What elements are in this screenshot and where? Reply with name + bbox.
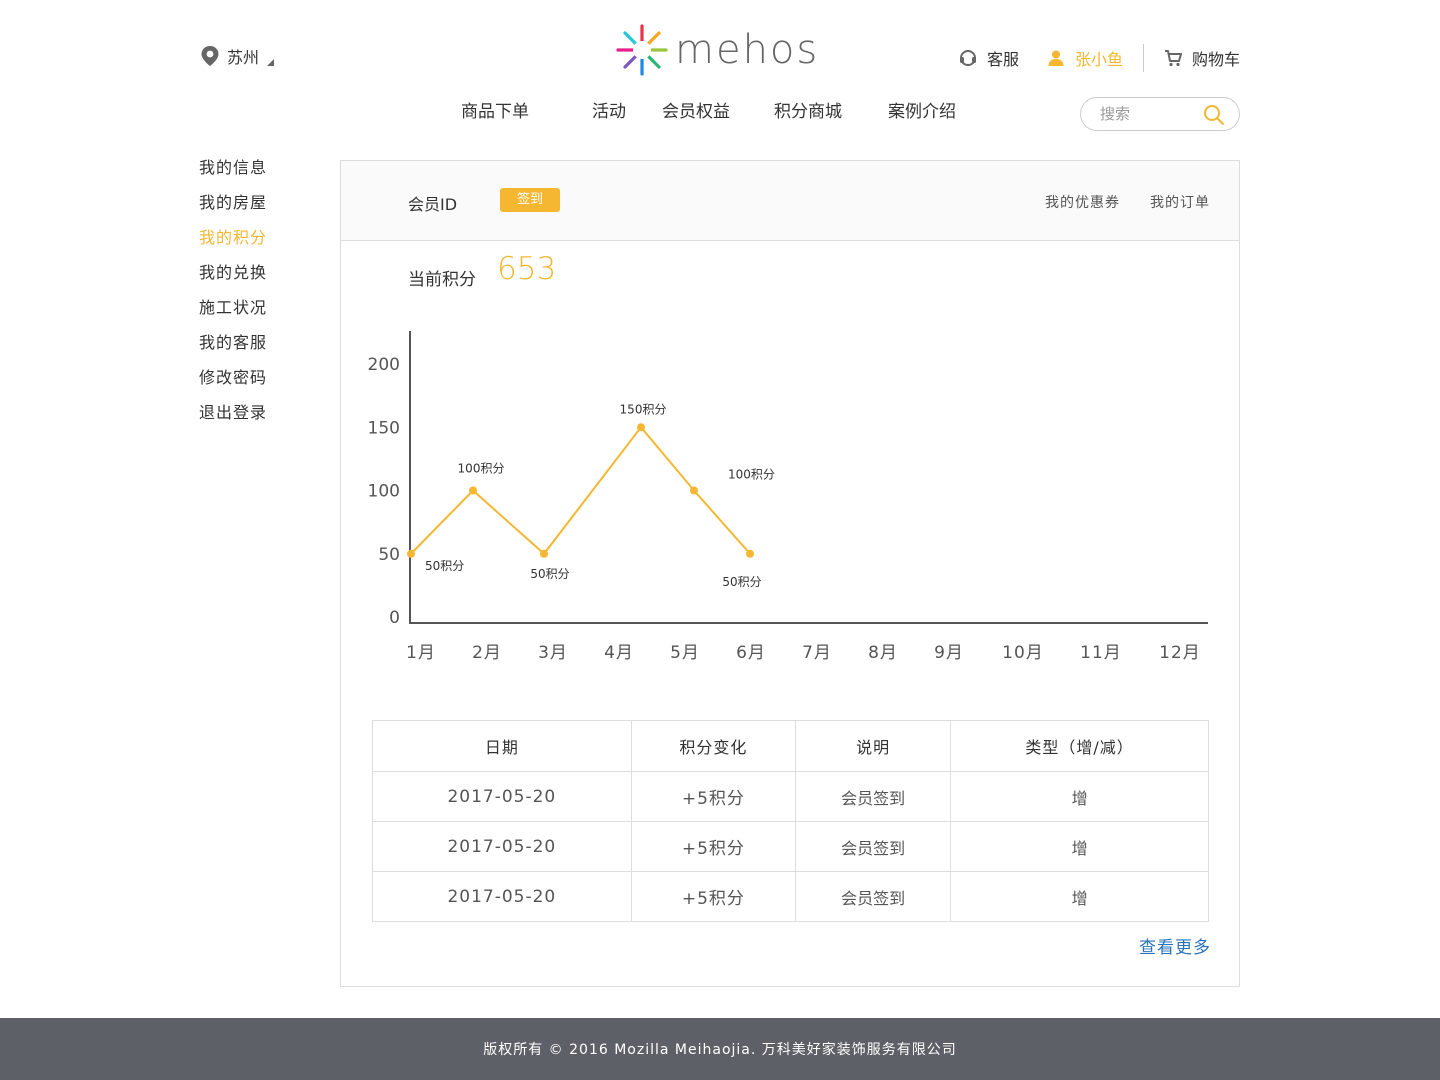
points-panel: 会员ID 签到 我的优惠券 我的订单 当前积分 653 0 50 100 150 200… (340, 160, 1240, 987)
table-cell-description: 会员签到 (795, 821, 952, 872)
cart-icon (1164, 50, 1182, 67)
logo-star-icon (616, 24, 668, 76)
current-points-value: 653 (497, 251, 557, 287)
column-header-points-change: 积分变化 (630, 720, 797, 772)
table-cell-type: 增 (950, 821, 1209, 872)
x-tick-label: 9月 (934, 643, 964, 663)
table-cell-type: 增 (950, 871, 1209, 922)
panel-header: 会员ID 签到 我的优惠券 我的订单 (341, 161, 1239, 241)
logo[interactable]: mehos (615, 22, 827, 78)
table-cell-date: 2017-05-20 (372, 821, 632, 872)
data-label: 100积分 (728, 468, 775, 482)
customer-service-label: 客服 (986, 50, 1019, 69)
x-tick-label: 1月 (406, 643, 436, 663)
column-header-date: 日期 (372, 720, 632, 772)
data-label: 150积分 (620, 402, 667, 416)
user-name: 张小鱼 (1074, 50, 1123, 69)
user-account-link[interactable]: 张小鱼 (1047, 46, 1123, 70)
view-more-link[interactable]: 查看更多 (1139, 933, 1211, 958)
customer-service-link[interactable]: 客服 (959, 46, 1019, 70)
series-line (410, 425, 751, 556)
x-tick-label: 12月 (1159, 643, 1201, 663)
nav-item-order[interactable]: 商品下单 (461, 97, 529, 122)
table-row: 2017-05-20 +5积分 会员签到 增 (372, 771, 1209, 822)
sidebar-item-construction-status[interactable]: 施工状况 (199, 297, 309, 332)
table-row: 2017-05-20 +5积分 会员签到 增 (372, 871, 1209, 922)
cart-link[interactable]: 购物车 (1164, 46, 1240, 70)
member-id-label: 会员ID (408, 195, 458, 214)
search-icon[interactable] (1203, 104, 1225, 126)
cart-label: 购物车 (1191, 50, 1240, 69)
x-tick-label: 4月 (604, 643, 634, 663)
table-cell-description: 会员签到 (795, 871, 952, 922)
data-label: 50积分 (722, 575, 761, 589)
footer: 版权所有 © 2016 Mozilla Meihaojia. 万科美好家装饰服务… (0, 1018, 1440, 1080)
user-icon (1048, 50, 1064, 66)
location-pin-icon (201, 46, 219, 66)
x-tick-label: 6月 (736, 643, 766, 663)
my-coupons-link[interactable]: 我的优惠券 (1045, 192, 1120, 212)
nav-item-activities[interactable]: 活动 (592, 97, 626, 122)
points-history-table: 日期 积分变化 说明 类型（增/减） 2017-05-20 +5积分 会员签到 … (372, 720, 1209, 922)
table-cell-points-change: +5积分 (630, 821, 797, 872)
top-divider (1142, 44, 1144, 72)
y-tick-label: 100 (368, 482, 400, 502)
sidebar-item-my-info[interactable]: 我的信息 (199, 157, 309, 192)
x-tick-label: 7月 (802, 643, 832, 663)
nav-item-member-benefits[interactable]: 会员权益 (662, 97, 730, 122)
nav-item-cases[interactable]: 案例介绍 (888, 97, 956, 122)
table-row: 2017-05-20 +5积分 会员签到 增 (372, 821, 1209, 872)
current-points-label: 当前积分 (408, 270, 476, 290)
account-sidebar: 我的信息 我的房屋 我的积分 我的兑换 施工状况 我的客服 修改密码 退出登录 (199, 157, 309, 437)
y-tick-label: 150 (368, 418, 400, 438)
x-tick-label: 5月 (670, 643, 700, 663)
logo-text: mehos (675, 27, 820, 73)
table-cell-points-change: +5积分 (630, 871, 797, 922)
table-cell-date: 2017-05-20 (372, 871, 632, 922)
sidebar-item-my-service[interactable]: 我的客服 (199, 332, 309, 367)
table-cell-type: 增 (950, 771, 1209, 822)
location-dropdown-icon (267, 58, 275, 66)
column-header-type: 类型（增/减） (950, 720, 1209, 772)
sidebar-item-my-exchanges[interactable]: 我的兑换 (199, 262, 309, 297)
data-label: 50积分 (425, 559, 464, 573)
data-label: 100积分 (458, 462, 505, 476)
search-input[interactable] (1098, 104, 1202, 124)
my-orders-link[interactable]: 我的订单 (1150, 192, 1210, 212)
location-label: 苏州 (227, 48, 260, 67)
data-point (746, 549, 754, 558)
y-tick-label: 0 (389, 608, 400, 628)
search-box (1080, 97, 1240, 131)
table-cell-points-change: +5积分 (630, 771, 797, 822)
sidebar-item-my-house[interactable]: 我的房屋 (199, 192, 309, 227)
data-point (469, 486, 477, 495)
table-cell-date: 2017-05-20 (372, 771, 632, 822)
sidebar-item-change-password[interactable]: 修改密码 (199, 367, 309, 402)
location-selector[interactable]: 苏州 (200, 44, 275, 68)
data-point (407, 549, 415, 558)
column-header-description: 说明 (795, 720, 952, 772)
data-point (690, 486, 698, 495)
data-label: 50积分 (530, 567, 569, 581)
data-point (540, 549, 548, 558)
copyright-text: 版权所有 © 2016 Mozilla Meihaojia. 万科美好家装饰服务… (483, 1042, 957, 1058)
sidebar-item-my-points[interactable]: 我的积分 (199, 227, 309, 262)
nav-item-points-mall[interactable]: 积分商城 (774, 97, 842, 122)
x-tick-label: 8月 (868, 643, 898, 663)
points-line-chart: 0 50 100 150 200 1月 2月 3月 4月 5月 6月 7月 8月 9月 10月 11月 12月 5… (368, 331, 1208, 663)
x-tick-label: 2月 (472, 643, 502, 663)
x-tick-label: 11月 (1080, 643, 1122, 663)
sidebar-item-logout[interactable]: 退出登录 (199, 402, 309, 437)
x-tick-label: 3月 (538, 643, 568, 663)
checkin-button[interactable]: 签到 (500, 188, 560, 212)
table-cell-description: 会员签到 (795, 771, 952, 822)
y-tick-label: 50 (378, 545, 400, 565)
top-links: 客服 张小鱼 购物车 (959, 44, 1240, 72)
x-tick-label: 10月 (1002, 643, 1044, 663)
headset-icon (959, 50, 976, 66)
y-tick-label: 200 (368, 355, 400, 375)
data-point (637, 423, 645, 432)
table-header-row: 日期 积分变化 说明 类型（增/减） (372, 720, 1209, 772)
